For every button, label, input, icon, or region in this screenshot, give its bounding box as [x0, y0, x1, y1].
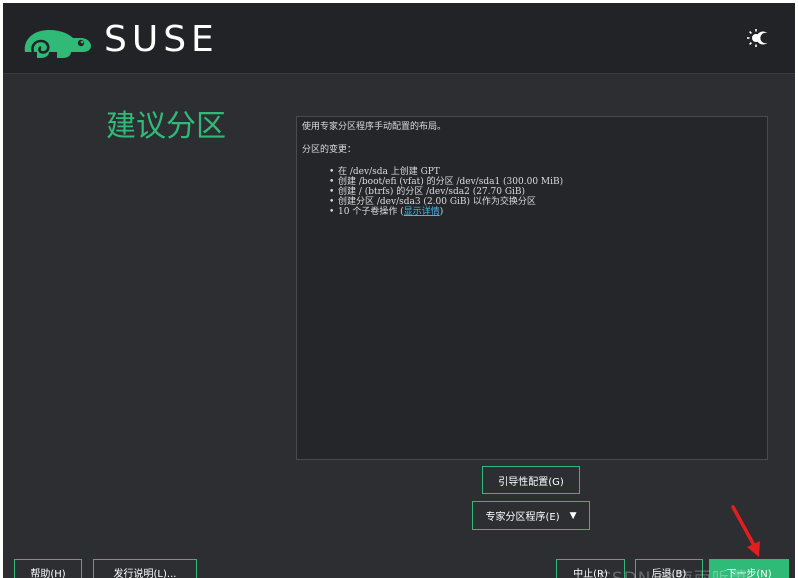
- installer-window: SUSE 建议分区 使用专家分区程序手动配置的布局。 分区的变更： • 在 /de…: [3, 3, 795, 578]
- page-title: 建议分区: [106, 109, 226, 144]
- list-item: • 10 个子卷操作 (显示详情): [329, 207, 444, 217]
- proposal-intro: 使用专家分区程序手动配置的布局。: [302, 122, 447, 132]
- suse-chameleon-icon: [24, 30, 91, 58]
- proposal-summary-panel: 使用专家分区程序手动配置的布局。 分区的变更： • 在 /dev/sda 上创建 …: [296, 116, 768, 460]
- watermark: CSDN @夜雨听萧: [599, 564, 748, 578]
- theme-toggle-icon[interactable]: [746, 27, 772, 49]
- list-item: • 创建分区 /dev/sda3 (2.00 GiB) 以作为交换分区: [329, 197, 536, 207]
- list-item: • 在 /dev/sda 上创建 GPT: [329, 167, 440, 177]
- changes-heading: 分区的变更：: [302, 145, 357, 155]
- header-bar: SUSE: [3, 3, 795, 74]
- list-item: • 创建 / (btrfs) 的分区 /dev/sda2 (27.70 GiB): [329, 187, 526, 197]
- red-arrow-annotation-icon: [731, 505, 760, 557]
- chevron-down-icon: ▼: [569, 510, 577, 521]
- show-details-link[interactable]: 显示详情: [404, 207, 440, 217]
- guided-setup-button[interactable]: 引导性配置(G): [482, 466, 580, 494]
- changes-list: • 在 /dev/sda 上创建 GPT • 创建 /boot/efi (vfat)…: [329, 167, 563, 217]
- brand-name: SUSE: [104, 19, 219, 60]
- help-button[interactable]: 帮助(H): [14, 559, 82, 578]
- expert-partitioner-label: 专家分区程序(E): [485, 512, 560, 523]
- list-item: • 创建 /boot/efi (vfat) 的分区 /dev/sda1 (300.…: [329, 177, 564, 187]
- expert-partitioner-button[interactable]: 专家分区程序(E) ▼: [472, 501, 590, 530]
- release-notes-button[interactable]: 发行说明(L)...: [93, 559, 197, 578]
